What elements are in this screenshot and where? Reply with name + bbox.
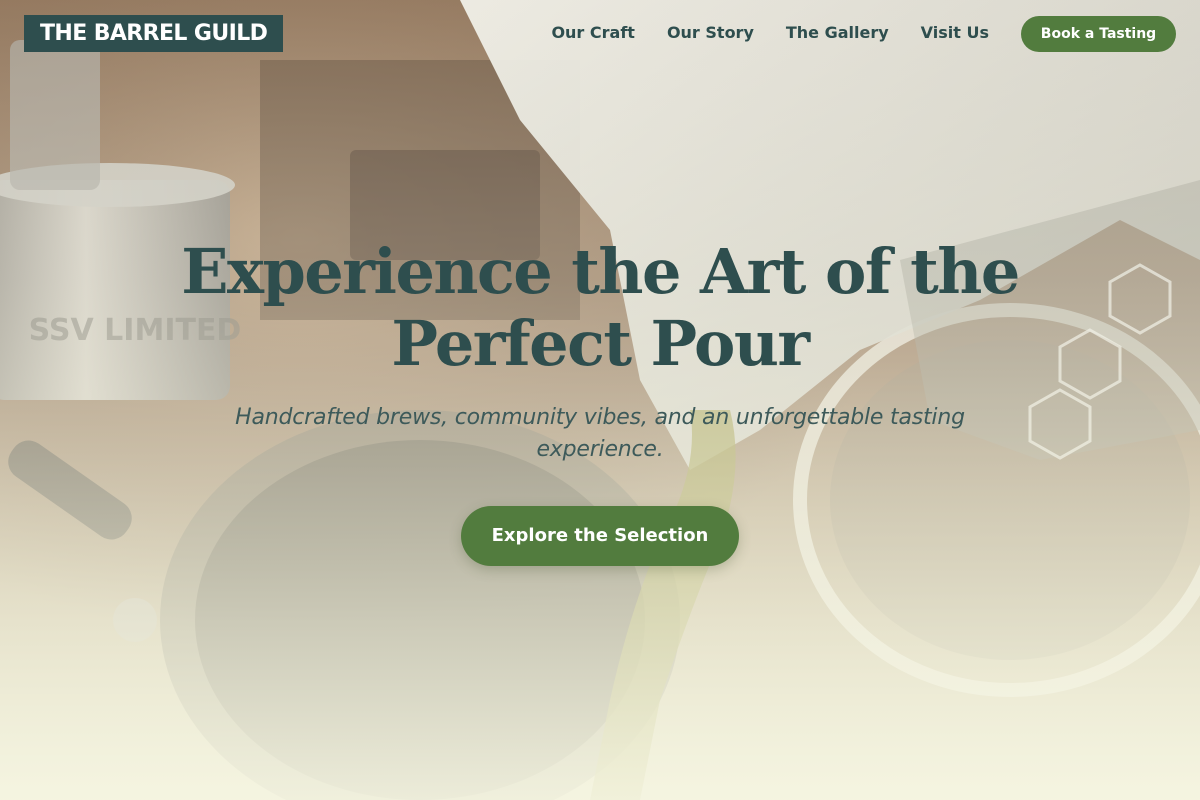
explore-selection-button[interactable]: Explore the Selection <box>461 506 739 566</box>
brand-logo[interactable]: THE BARREL GUILD <box>24 15 284 52</box>
main-nav: Our Craft Our Story The Gallery Visit Us <box>551 22 989 44</box>
hero-title: Experience the Art of the Perfect Pour <box>181 235 1020 380</box>
hero-subtitle: Handcrafted brews, community vibes, and … <box>235 405 965 462</box>
nav-item-our-story[interactable]: Our Story <box>667 22 754 44</box>
hero-section: SSV LIMITED <box>0 0 1200 800</box>
nav-item-our-craft[interactable]: Our Craft <box>551 22 635 44</box>
book-tasting-button[interactable]: Book a Tasting <box>1021 16 1176 52</box>
nav-item-the-gallery[interactable]: The Gallery <box>786 22 889 44</box>
hero-overlay <box>0 0 1200 800</box>
nav-item-visit-us[interactable]: Visit Us <box>921 22 989 44</box>
